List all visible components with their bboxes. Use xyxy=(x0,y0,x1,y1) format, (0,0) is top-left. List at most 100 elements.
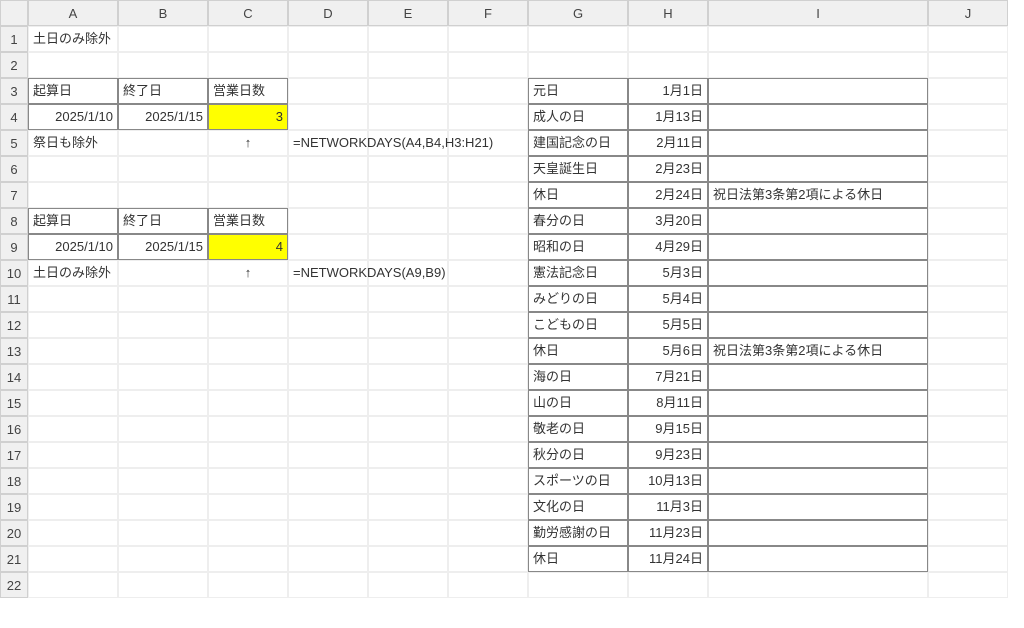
row-header-15[interactable]: 15 xyxy=(0,390,28,416)
col-header-D[interactable]: D xyxy=(288,0,368,26)
cell-H13[interactable]: 5月6日 xyxy=(628,338,708,364)
cell-C12[interactable] xyxy=(208,312,288,338)
cell-E11[interactable] xyxy=(368,286,448,312)
cell-F21[interactable] xyxy=(448,546,528,572)
cell-B6[interactable] xyxy=(118,156,208,182)
cell-E15[interactable] xyxy=(368,390,448,416)
cell-I18[interactable] xyxy=(708,468,928,494)
cell-H7[interactable]: 2月24日 xyxy=(628,182,708,208)
cell-B19[interactable] xyxy=(118,494,208,520)
row-header-3[interactable]: 3 xyxy=(0,78,28,104)
cell-J5[interactable] xyxy=(928,130,1008,156)
row-header-13[interactable]: 13 xyxy=(0,338,28,364)
cell-H19[interactable]: 11月3日 xyxy=(628,494,708,520)
cell-H16[interactable]: 9月15日 xyxy=(628,416,708,442)
row-header-4[interactable]: 4 xyxy=(0,104,28,130)
cell-C15[interactable] xyxy=(208,390,288,416)
cell-C3[interactable]: 営業日数 xyxy=(208,78,288,104)
row-header-21[interactable]: 21 xyxy=(0,546,28,572)
cell-E6[interactable] xyxy=(368,156,448,182)
cell-D13[interactable] xyxy=(288,338,368,364)
cell-B5[interactable] xyxy=(118,130,208,156)
cell-F20[interactable] xyxy=(448,520,528,546)
col-header-B[interactable]: B xyxy=(118,0,208,26)
cell-G7[interactable]: 休日 xyxy=(528,182,628,208)
cell-E4[interactable] xyxy=(368,104,448,130)
col-header-E[interactable]: E xyxy=(368,0,448,26)
cell-D1[interactable] xyxy=(288,26,368,52)
cell-G19[interactable]: 文化の日 xyxy=(528,494,628,520)
cell-I6[interactable] xyxy=(708,156,928,182)
cell-I13[interactable]: 祝日法第3条第2項による休日 xyxy=(708,338,928,364)
col-header-H[interactable]: H xyxy=(628,0,708,26)
cell-H6[interactable]: 2月23日 xyxy=(628,156,708,182)
cell-F7[interactable] xyxy=(448,182,528,208)
cell-J22[interactable] xyxy=(928,572,1008,598)
cell-F15[interactable] xyxy=(448,390,528,416)
cell-E2[interactable] xyxy=(368,52,448,78)
cell-J21[interactable] xyxy=(928,546,1008,572)
cell-E7[interactable] xyxy=(368,182,448,208)
cell-F18[interactable] xyxy=(448,468,528,494)
cell-F4[interactable] xyxy=(448,104,528,130)
cell-J9[interactable] xyxy=(928,234,1008,260)
cell-C13[interactable] xyxy=(208,338,288,364)
cell-I2[interactable] xyxy=(708,52,928,78)
cell-B20[interactable] xyxy=(118,520,208,546)
cell-D17[interactable] xyxy=(288,442,368,468)
cell-C16[interactable] xyxy=(208,416,288,442)
cell-G22[interactable] xyxy=(528,572,628,598)
cell-D8[interactable] xyxy=(288,208,368,234)
cell-C11[interactable] xyxy=(208,286,288,312)
cell-D10[interactable]: =NETWORKDAYS(A9,B9) xyxy=(288,260,368,286)
cell-J3[interactable] xyxy=(928,78,1008,104)
cell-E16[interactable] xyxy=(368,416,448,442)
cell-F13[interactable] xyxy=(448,338,528,364)
cell-D4[interactable] xyxy=(288,104,368,130)
cell-A21[interactable] xyxy=(28,546,118,572)
cell-E22[interactable] xyxy=(368,572,448,598)
cell-J15[interactable] xyxy=(928,390,1008,416)
cell-G3[interactable]: 元日 xyxy=(528,78,628,104)
cell-I14[interactable] xyxy=(708,364,928,390)
cell-D20[interactable] xyxy=(288,520,368,546)
cell-D15[interactable] xyxy=(288,390,368,416)
cell-D14[interactable] xyxy=(288,364,368,390)
row-header-10[interactable]: 10 xyxy=(0,260,28,286)
cell-B16[interactable] xyxy=(118,416,208,442)
cell-C21[interactable] xyxy=(208,546,288,572)
cell-H22[interactable] xyxy=(628,572,708,598)
cell-A3[interactable]: 起算日 xyxy=(28,78,118,104)
cell-I17[interactable] xyxy=(708,442,928,468)
cell-J20[interactable] xyxy=(928,520,1008,546)
row-header-9[interactable]: 9 xyxy=(0,234,28,260)
cell-J6[interactable] xyxy=(928,156,1008,182)
cell-D5[interactable]: =NETWORKDAYS(A4,B4,H3:H21) xyxy=(288,130,368,156)
cell-I1[interactable] xyxy=(708,26,928,52)
cell-E17[interactable] xyxy=(368,442,448,468)
cell-D21[interactable] xyxy=(288,546,368,572)
cell-B13[interactable] xyxy=(118,338,208,364)
cell-A11[interactable] xyxy=(28,286,118,312)
cell-G8[interactable]: 春分の日 xyxy=(528,208,628,234)
cell-J7[interactable] xyxy=(928,182,1008,208)
cell-I8[interactable] xyxy=(708,208,928,234)
cell-F19[interactable] xyxy=(448,494,528,520)
cell-J18[interactable] xyxy=(928,468,1008,494)
cell-B18[interactable] xyxy=(118,468,208,494)
cell-C7[interactable] xyxy=(208,182,288,208)
cell-B15[interactable] xyxy=(118,390,208,416)
cell-D12[interactable] xyxy=(288,312,368,338)
row-header-18[interactable]: 18 xyxy=(0,468,28,494)
row-header-8[interactable]: 8 xyxy=(0,208,28,234)
cell-A8[interactable]: 起算日 xyxy=(28,208,118,234)
cell-I15[interactable] xyxy=(708,390,928,416)
cell-C8[interactable]: 営業日数 xyxy=(208,208,288,234)
cell-D18[interactable] xyxy=(288,468,368,494)
cell-I11[interactable] xyxy=(708,286,928,312)
cell-H3[interactable]: 1月1日 xyxy=(628,78,708,104)
cell-E13[interactable] xyxy=(368,338,448,364)
row-header-14[interactable]: 14 xyxy=(0,364,28,390)
cell-A7[interactable] xyxy=(28,182,118,208)
cell-I12[interactable] xyxy=(708,312,928,338)
